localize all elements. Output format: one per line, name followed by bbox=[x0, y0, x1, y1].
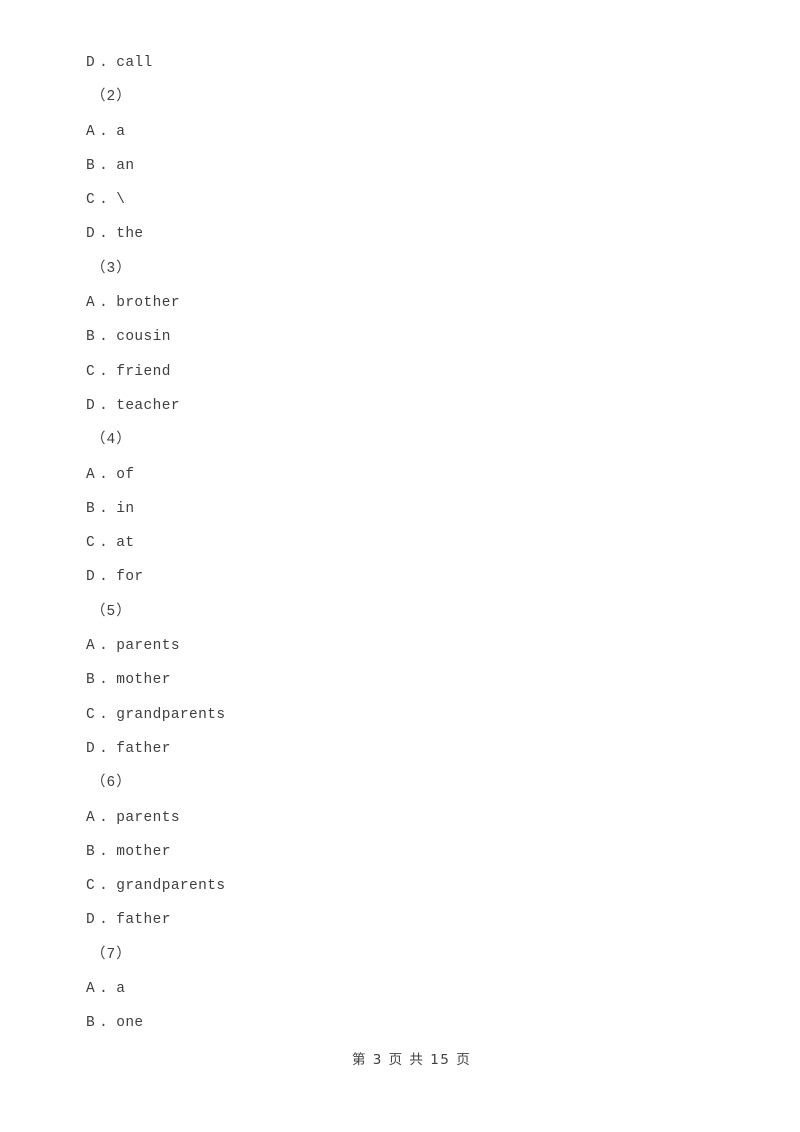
option-separator: . bbox=[99, 981, 109, 998]
option-separator: . bbox=[99, 500, 109, 517]
option-letter: D bbox=[86, 55, 96, 71]
option-text: for bbox=[116, 569, 144, 586]
answer-option: D. the bbox=[86, 217, 726, 251]
answer-option: C. at bbox=[86, 526, 726, 560]
option-letter: C bbox=[86, 878, 96, 895]
option-letter: B bbox=[86, 329, 96, 346]
option-letter: C bbox=[86, 535, 96, 552]
option-separator: . bbox=[99, 192, 109, 209]
question-number: （6） bbox=[91, 775, 132, 792]
option-letter: B bbox=[86, 672, 96, 689]
answer-option: B. cousin bbox=[86, 320, 726, 354]
option-letter: A bbox=[86, 123, 96, 140]
option-separator: . bbox=[99, 809, 109, 826]
question-number: （2） bbox=[91, 89, 132, 106]
option-separator: . bbox=[99, 912, 109, 929]
option-letter: A bbox=[86, 809, 96, 826]
option-separator: . bbox=[99, 569, 109, 586]
option-letter: D bbox=[86, 397, 96, 414]
answer-option: A. brother bbox=[86, 286, 726, 320]
option-letter: C bbox=[86, 192, 96, 209]
option-text: at bbox=[116, 535, 135, 552]
answer-option: A. a bbox=[86, 972, 726, 1006]
option-letter: D bbox=[86, 569, 96, 586]
option-letter: B bbox=[86, 500, 96, 517]
answer-option: B. an bbox=[86, 149, 726, 183]
answer-option: B. in bbox=[86, 492, 726, 526]
option-separator: . bbox=[99, 740, 109, 757]
option-separator: . bbox=[99, 123, 109, 140]
option-text: cousin bbox=[116, 329, 171, 346]
option-separator: . bbox=[99, 157, 109, 174]
option-text: parents bbox=[116, 638, 180, 655]
answer-option: A. a bbox=[86, 115, 726, 149]
option-text: teacher bbox=[116, 397, 180, 414]
option-separator: . bbox=[99, 878, 109, 895]
question-number: （7） bbox=[91, 946, 132, 963]
option-letter: A bbox=[86, 466, 96, 483]
option-letter: D bbox=[86, 226, 96, 243]
option-separator: . bbox=[99, 706, 109, 723]
option-letter: B bbox=[86, 157, 96, 174]
answer-option: B. mother bbox=[86, 835, 726, 869]
answer-option: A. parents bbox=[86, 629, 726, 663]
option-text: an bbox=[116, 157, 135, 174]
answer-option: A. of bbox=[86, 458, 726, 492]
option-separator: . bbox=[99, 638, 109, 655]
option-text: grandparents bbox=[116, 878, 226, 895]
option-text: of bbox=[116, 466, 135, 483]
answer-option: D. father bbox=[86, 903, 726, 937]
option-separator: . bbox=[99, 329, 109, 346]
option-letter: A bbox=[86, 638, 96, 655]
option-text: a bbox=[116, 123, 126, 140]
exam-options-list: D. call （2） A. a B. an C. \ D. the （3） A. brother B. co… bbox=[86, 46, 726, 1041]
option-text: mother bbox=[116, 672, 171, 689]
answer-option: D. teacher bbox=[86, 389, 726, 423]
option-separator: . bbox=[99, 226, 109, 243]
question-number: （5） bbox=[91, 603, 132, 620]
answer-option: C. friend bbox=[86, 355, 726, 389]
answer-option: B. mother bbox=[86, 663, 726, 697]
answer-option: C. grandparents bbox=[86, 869, 726, 903]
option-letter: B bbox=[86, 843, 96, 860]
option-text: brother bbox=[116, 295, 180, 312]
option-text: call bbox=[116, 55, 153, 71]
option-text: father bbox=[116, 912, 171, 929]
option-separator: . bbox=[99, 466, 109, 483]
option-letter: C bbox=[86, 706, 96, 723]
answer-option: D. call bbox=[86, 46, 726, 80]
option-letter: D bbox=[86, 740, 96, 757]
option-letter: A bbox=[86, 295, 96, 312]
answer-option: C. \ bbox=[86, 183, 726, 217]
option-letter: A bbox=[86, 981, 96, 998]
option-separator: . bbox=[99, 535, 109, 552]
option-text: \ bbox=[116, 192, 126, 209]
document-page: D. call （2） A. a B. an C. \ D. the （3） A. brother B. co… bbox=[0, 0, 800, 1132]
question-number: （3） bbox=[91, 260, 132, 277]
page-footer: 第 3 页 共 15 页 bbox=[0, 1032, 800, 1084]
option-separator: . bbox=[99, 363, 109, 380]
option-letter: D bbox=[86, 912, 96, 929]
option-letter: C bbox=[86, 363, 96, 380]
option-text: grandparents bbox=[116, 706, 226, 723]
answer-option: C. grandparents bbox=[86, 698, 726, 732]
option-separator: . bbox=[99, 295, 109, 312]
option-text: mother bbox=[116, 843, 171, 860]
option-separator: . bbox=[99, 397, 109, 414]
option-text: a bbox=[116, 981, 126, 998]
option-separator: . bbox=[99, 843, 109, 860]
footer-page-indicator: 第 3 页 共 15 页 bbox=[351, 1052, 472, 1068]
option-text: parents bbox=[116, 809, 180, 826]
answer-option: D. father bbox=[86, 732, 726, 766]
option-separator: . bbox=[99, 55, 109, 71]
answer-option: D. for bbox=[86, 560, 726, 594]
option-text: in bbox=[116, 500, 135, 517]
question-number: （4） bbox=[91, 432, 132, 449]
option-text: friend bbox=[116, 363, 171, 380]
option-text: father bbox=[116, 740, 171, 757]
option-text: the bbox=[116, 226, 144, 243]
answer-option: A. parents bbox=[86, 801, 726, 835]
option-separator: . bbox=[99, 672, 109, 689]
